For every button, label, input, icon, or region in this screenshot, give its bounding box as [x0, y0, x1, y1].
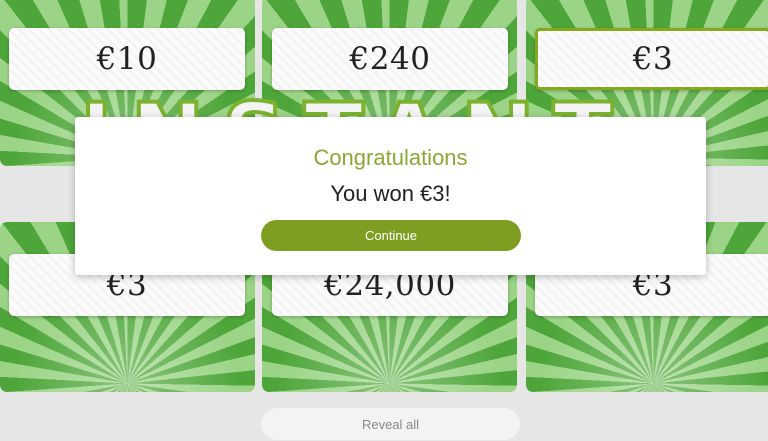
- win-dialog: Congratulations You won €3! Continue: [75, 117, 706, 275]
- prize-label-1: €10: [9, 28, 245, 90]
- dialog-message: You won €3!: [330, 181, 451, 206]
- scratch-card-game: INSTANT €10 €240 €3 €3 €24,000 €3 Congra…: [0, 0, 768, 441]
- dialog-title: Congratulations: [313, 145, 468, 170]
- prize-label-3-winning: €3: [535, 28, 768, 90]
- reveal-all-button[interactable]: Reveal all: [261, 408, 520, 440]
- continue-button[interactable]: Continue: [261, 220, 521, 251]
- prize-label-2: €240: [272, 28, 508, 90]
